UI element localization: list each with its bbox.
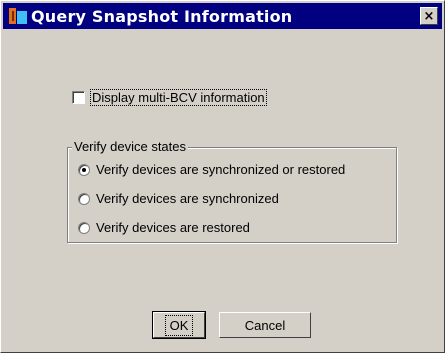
cancel-label: Cancel bbox=[244, 317, 286, 333]
ok-label: OK bbox=[164, 314, 194, 336]
radio-label[interactable]: Verify devices are synchronized bbox=[96, 191, 279, 206]
radio-dot-icon bbox=[82, 167, 86, 172]
close-icon: × bbox=[423, 8, 435, 24]
radio-button-selected[interactable] bbox=[78, 163, 90, 176]
multi-bcv-checkbox-row[interactable]: Display multi-BCV information bbox=[72, 89, 267, 106]
close-button[interactable]: × bbox=[420, 7, 438, 25]
title-bar[interactable]: Query Snapshot Information × bbox=[3, 3, 442, 29]
multi-bcv-label[interactable]: Display multi-BCV information bbox=[90, 89, 267, 106]
radio-button[interactable] bbox=[78, 221, 90, 234]
cancel-button[interactable]: Cancel bbox=[219, 312, 311, 338]
ok-button[interactable]: OK bbox=[152, 311, 206, 339]
radio-restored[interactable]: Verify devices are restored bbox=[78, 220, 250, 235]
group-legend: Verify device states bbox=[72, 139, 188, 154]
radio-sync-or-restored[interactable]: Verify devices are synchronized or resto… bbox=[78, 162, 345, 177]
verify-device-states-group: Verify device states Verify devices are … bbox=[67, 139, 397, 243]
radio-synchronized[interactable]: Verify devices are synchronized bbox=[78, 191, 279, 206]
window-title: Query Snapshot Information bbox=[31, 6, 293, 26]
multi-bcv-checkbox[interactable] bbox=[72, 91, 85, 104]
radio-label[interactable]: Verify devices are restored bbox=[96, 220, 250, 235]
app-icon bbox=[9, 7, 27, 25]
radio-label[interactable]: Verify devices are synchronized or resto… bbox=[96, 162, 345, 177]
dialog-window: Query Snapshot Information × Display mul… bbox=[0, 0, 445, 353]
radio-button[interactable] bbox=[78, 192, 90, 205]
